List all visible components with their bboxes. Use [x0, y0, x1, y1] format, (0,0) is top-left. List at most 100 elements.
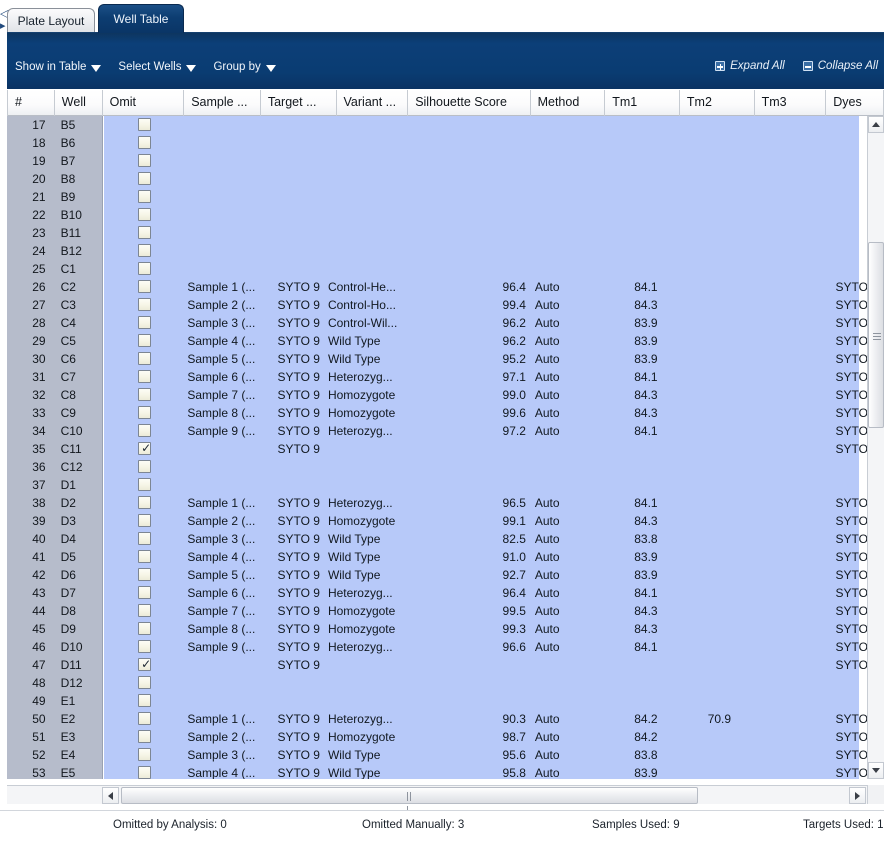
table-row[interactable]: 39 D3 Sample 2 (... SYTO 9 Homozygote 99.1 Aut… — [7, 512, 884, 530]
table-row[interactable]: 29 C5 Sample 4 (... SYTO 9 Wild Type 96.2 Auto… — [7, 332, 884, 350]
cell-omit[interactable] — [102, 494, 183, 512]
cell-omit[interactable] — [102, 368, 183, 386]
cell-omit[interactable] — [102, 692, 183, 710]
column-header-tm3[interactable]: Tm3 — [755, 90, 827, 116]
table-row[interactable]: 35 C11 ✓ SYTO 9 SYTO — [7, 440, 884, 458]
cell-omit[interactable] — [102, 152, 183, 170]
checkbox-unchecked-icon[interactable] — [138, 370, 152, 383]
checkbox-unchecked-icon[interactable] — [138, 208, 152, 221]
cell-omit[interactable] — [102, 674, 183, 692]
table-row[interactable]: 46 D10 Sample 9 (... SYTO 9 Heterozyg... 96.6… — [7, 638, 884, 656]
table-row[interactable]: 44 D8 Sample 7 (... SYTO 9 Homozygote 99.5 Aut… — [7, 602, 884, 620]
tab-plate-layout[interactable]: Plate Layout — [7, 8, 95, 33]
table-row[interactable]: 27 C3 Sample 2 (... SYTO 9 Control-Ho... 99.4… — [7, 296, 884, 314]
table-row[interactable]: 21 B9 — [7, 188, 884, 206]
cell-omit[interactable] — [102, 728, 183, 746]
column-header-omit[interactable]: Omit — [103, 90, 185, 116]
select-wells-menu[interactable]: Select Wells — [118, 61, 197, 73]
table-row[interactable]: 53 E5 Sample 4 (... SYTO 9 Wild Type 95.8 Auto… — [7, 764, 884, 779]
table-row[interactable]: 51 E3 Sample 2 (... SYTO 9 Homozygote 98.7 Aut… — [7, 728, 884, 746]
collapse-all-button[interactable]: Collapse All — [802, 60, 878, 72]
checkbox-unchecked-icon[interactable] — [138, 622, 152, 635]
table-row[interactable]: 24 B12 — [7, 242, 884, 260]
cell-omit[interactable] — [102, 350, 183, 368]
column-header-method[interactable]: Method — [531, 90, 606, 116]
table-row[interactable]: 19 B7 — [7, 152, 884, 170]
vertical-scrollbar-thumb[interactable] — [868, 242, 884, 428]
checkbox-unchecked-icon[interactable] — [138, 568, 152, 581]
checkbox-unchecked-icon[interactable] — [138, 244, 152, 257]
tab-well-table[interactable]: Well Table — [98, 4, 184, 33]
column-header-well[interactable]: Well — [55, 90, 103, 116]
checkbox-unchecked-icon[interactable] — [138, 496, 152, 509]
column-header-tm2[interactable]: Tm2 — [680, 90, 755, 116]
checkbox-unchecked-icon[interactable] — [138, 136, 152, 149]
scroll-up-button[interactable] — [868, 116, 884, 133]
cell-omit[interactable] — [102, 764, 183, 779]
checkbox-unchecked-icon[interactable] — [138, 298, 152, 311]
checkbox-unchecked-icon[interactable] — [138, 406, 152, 419]
cell-omit[interactable] — [102, 134, 183, 152]
cell-omit[interactable] — [102, 224, 183, 242]
column-header-num[interactable]: # — [7, 90, 55, 116]
checkbox-unchecked-icon[interactable] — [138, 640, 152, 653]
cell-omit[interactable] — [102, 584, 183, 602]
checkbox-unchecked-icon[interactable] — [138, 280, 152, 293]
checkbox-unchecked-icon[interactable] — [138, 424, 152, 437]
table-row[interactable]: 37 D1 — [7, 476, 884, 494]
table-row[interactable]: 50 E2 Sample 1 (... SYTO 9 Heterozyg... 90.3 A… — [7, 710, 884, 728]
column-header-target[interactable]: Target ... — [261, 90, 337, 116]
column-header-silhouette-score[interactable]: Silhouette Score — [408, 90, 531, 116]
cell-omit[interactable] — [102, 512, 183, 530]
column-header-dyes[interactable]: Dyes — [826, 90, 884, 116]
table-row[interactable]: 32 C8 Sample 7 (... SYTO 9 Homozygote 99.0 Aut… — [7, 386, 884, 404]
cell-omit[interactable] — [102, 116, 183, 134]
checkbox-unchecked-icon[interactable] — [138, 154, 152, 167]
table-row[interactable]: 30 C6 Sample 5 (... SYTO 9 Wild Type 95.2 Auto… — [7, 350, 884, 368]
table-row[interactable]: 23 B11 — [7, 224, 884, 242]
column-header-sample[interactable]: Sample ... — [184, 90, 261, 116]
cell-omit[interactable] — [102, 620, 183, 638]
expand-all-button[interactable]: Expand All — [715, 60, 785, 72]
horizontal-scrollbar[interactable] — [7, 785, 884, 815]
cell-omit[interactable] — [102, 242, 183, 260]
cell-omit[interactable] — [102, 422, 183, 440]
checkbox-unchecked-icon[interactable] — [138, 730, 152, 743]
cell-omit[interactable] — [102, 566, 183, 584]
checkbox-unchecked-icon[interactable] — [138, 694, 152, 707]
checkbox-checked-icon[interactable]: ✓ — [138, 658, 151, 671]
checkbox-unchecked-icon[interactable] — [138, 586, 152, 599]
checkbox-unchecked-icon[interactable] — [138, 478, 152, 491]
cell-omit[interactable] — [102, 296, 183, 314]
cell-omit[interactable] — [102, 386, 183, 404]
checkbox-checked-icon[interactable]: ✓ — [138, 442, 151, 455]
table-row[interactable]: 26 C2 Sample 1 (... SYTO 9 Control-He... 96.4… — [7, 278, 884, 296]
cell-omit[interactable] — [102, 314, 183, 332]
scroll-right-button[interactable] — [849, 787, 866, 804]
table-row[interactable]: 33 C9 Sample 8 (... SYTO 9 Homozygote 99.6 Aut… — [7, 404, 884, 422]
cell-omit[interactable]: ✓ — [102, 440, 183, 458]
cell-omit[interactable] — [102, 278, 183, 296]
horizontal-scrollbar-thumb[interactable] — [121, 787, 698, 815]
show-in-table-menu[interactable]: Show in Table — [15, 61, 102, 73]
checkbox-unchecked-icon[interactable] — [138, 226, 152, 239]
cell-omit[interactable] — [102, 710, 183, 728]
cell-omit[interactable] — [102, 206, 183, 224]
scroll-down-button[interactable] — [868, 762, 884, 779]
scroll-left-button[interactable] — [102, 787, 119, 804]
checkbox-unchecked-icon[interactable] — [138, 676, 152, 689]
cell-omit[interactable] — [102, 404, 183, 422]
table-row[interactable]: 41 D5 Sample 4 (... SYTO 9 Wild Type 91.0 Auto… — [7, 548, 884, 566]
cell-omit[interactable] — [102, 548, 183, 566]
table-row[interactable]: 52 E4 Sample 3 (... SYTO 9 Wild Type 95.6 Auto… — [7, 746, 884, 764]
cell-omit[interactable] — [102, 638, 183, 656]
cell-omit[interactable] — [102, 260, 183, 278]
table-row[interactable]: 31 C7 Sample 6 (... SYTO 9 Heterozyg... 97.1 A… — [7, 368, 884, 386]
checkbox-unchecked-icon[interactable] — [138, 118, 152, 131]
table-row[interactable]: 45 D9 Sample 8 (... SYTO 9 Homozygote 99.3 Aut… — [7, 620, 884, 638]
checkbox-unchecked-icon[interactable] — [138, 172, 152, 185]
table-row[interactable]: 38 D2 Sample 1 (... SYTO 9 Heterozyg... 96.5 A… — [7, 494, 884, 512]
vertical-scrollbar[interactable] — [867, 116, 884, 779]
checkbox-unchecked-icon[interactable] — [138, 604, 152, 617]
cell-omit[interactable] — [102, 188, 183, 206]
